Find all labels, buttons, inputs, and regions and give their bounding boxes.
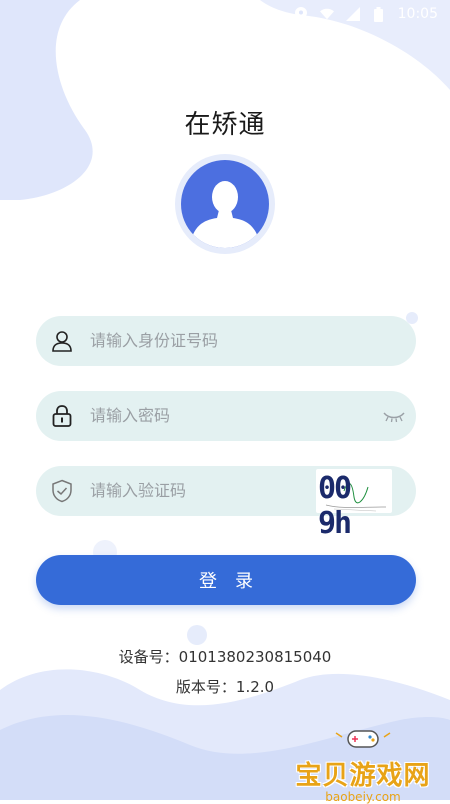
user-icon: [50, 329, 74, 353]
password-field[interactable]: 请输入密码: [36, 391, 416, 441]
gamepad-logo-icon: [335, 730, 391, 748]
lock-icon: [50, 404, 74, 428]
app-title: 在矫通: [184, 110, 266, 140]
version-label: 版本号：: [175, 678, 236, 696]
captcha-text: 00 9h: [318, 471, 352, 541]
eye-closed-icon[interactable]: [382, 409, 406, 428]
device-value: 0101380230815040: [178, 648, 332, 666]
captcha-placeholder: 请输入验证码: [90, 481, 187, 500]
password-placeholder: 请输入密码: [90, 406, 171, 425]
avatar-image: [181, 160, 269, 248]
device-label: 设备号：: [118, 648, 179, 666]
avatar: [175, 154, 275, 254]
watermark-en: baobeiy.com: [325, 790, 401, 804]
watermark-cn: 宝贝游戏网: [295, 761, 431, 791]
status-time: 10:05: [397, 6, 438, 22]
shield-check-icon: [50, 479, 74, 503]
signal-icon: [345, 7, 360, 21]
person-silhouette-icon: [189, 181, 261, 248]
version-value: 1.2.0: [235, 678, 275, 696]
status-bar: 10:05: [270, 0, 450, 28]
captcha-image[interactable]: 00 9h: [316, 469, 392, 541]
wifi-icon: [319, 7, 334, 21]
version-info: 版本号：1.2.0: [0, 676, 450, 697]
device-info: 设备号：0101380230815040: [0, 646, 450, 667]
battery-icon: [372, 6, 386, 22]
watermark: 宝贝游戏网 baobeiy.com: [278, 725, 448, 804]
id-number-placeholder: 请输入身份证号码: [90, 331, 219, 350]
login-button[interactable]: 登录: [36, 555, 416, 605]
captcha-field[interactable]: 请输入验证码 00 9h: [36, 466, 416, 541]
id-number-field[interactable]: 请输入身份证号码: [36, 316, 416, 366]
location-icon: [294, 7, 308, 21]
